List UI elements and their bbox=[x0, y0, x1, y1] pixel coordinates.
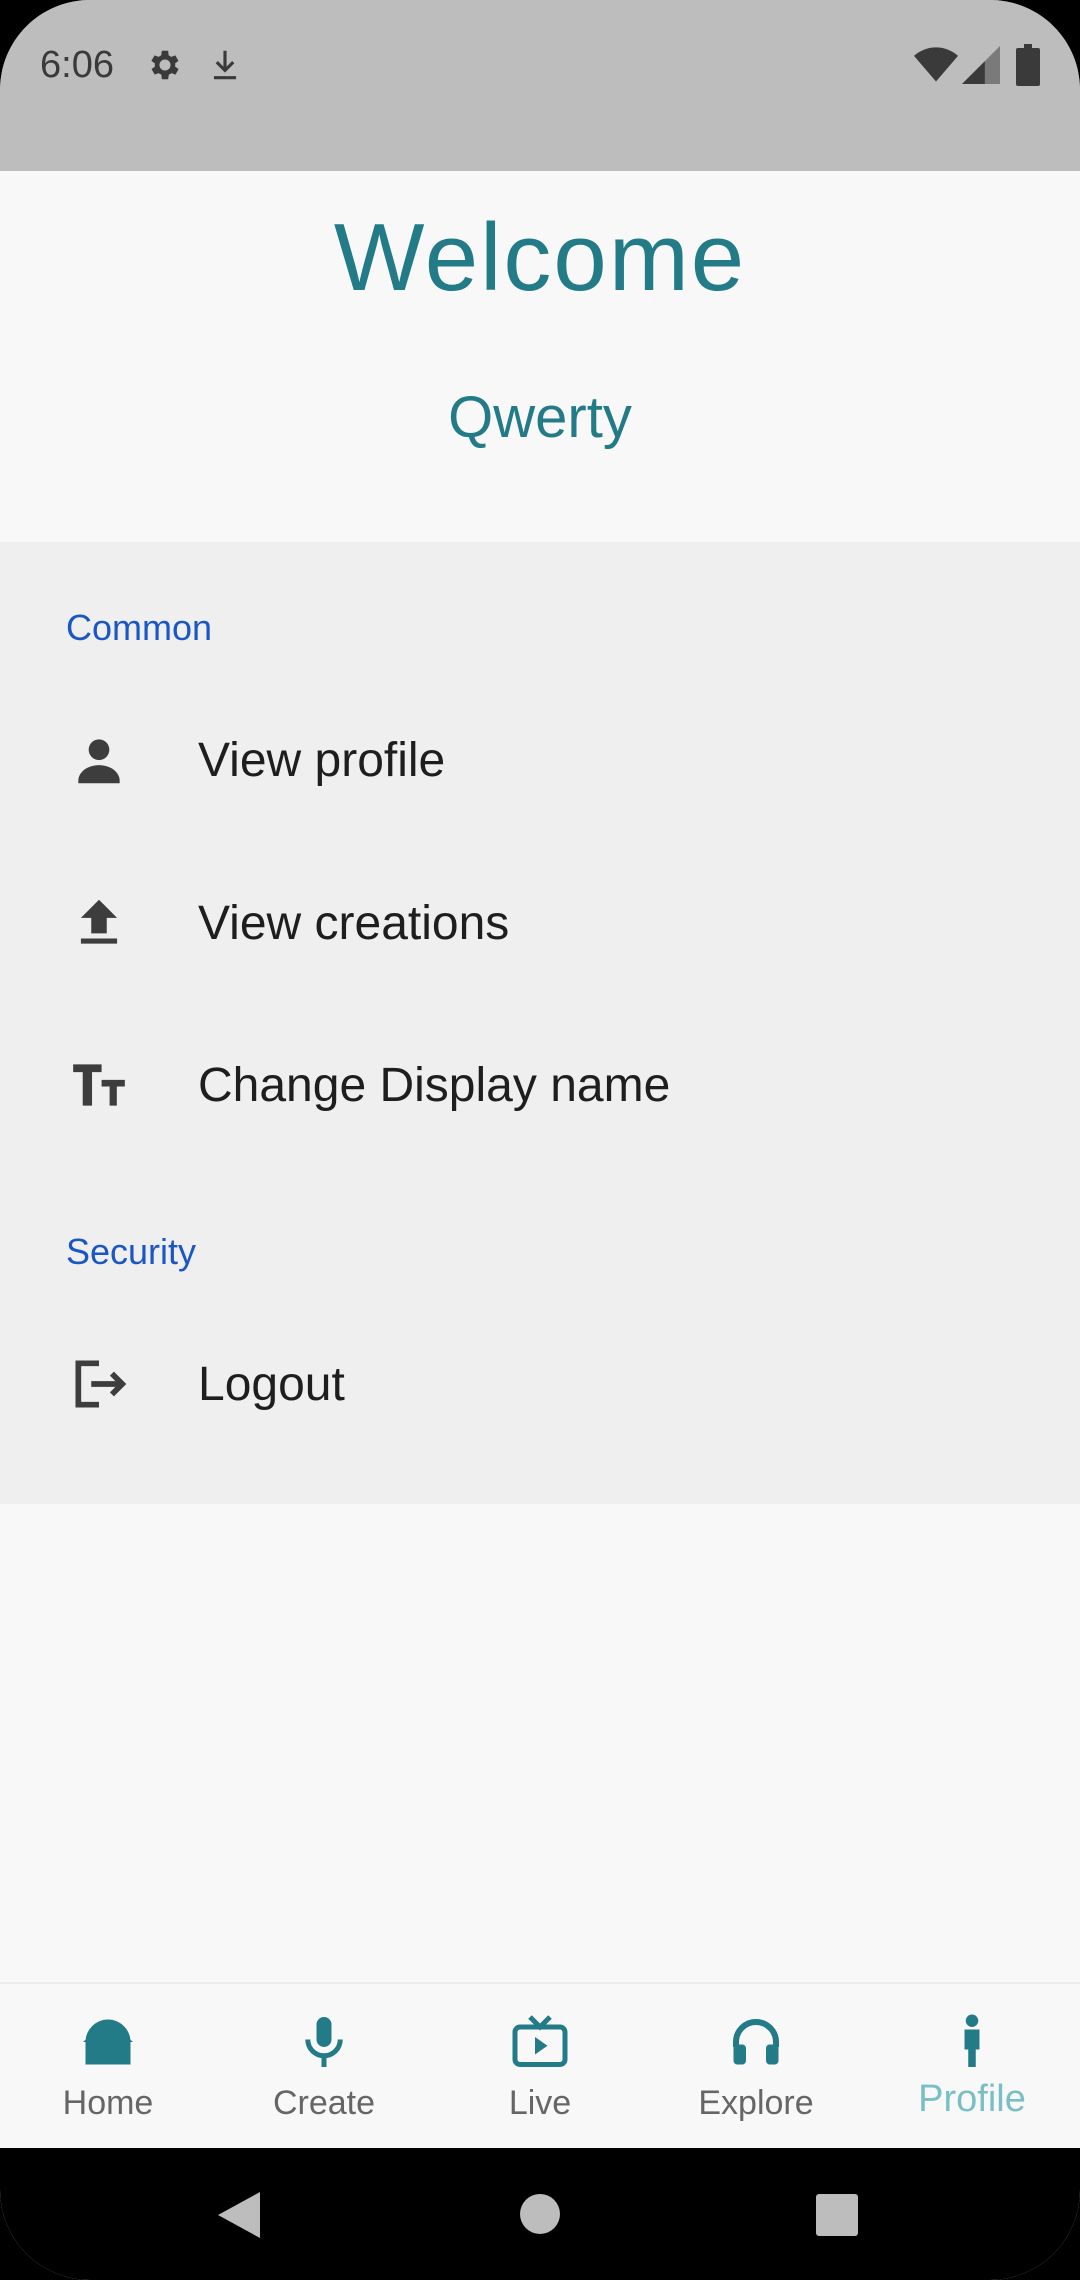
person-icon bbox=[68, 729, 130, 791]
recents-icon[interactable] bbox=[816, 2194, 858, 2241]
battery-icon bbox=[1016, 44, 1040, 91]
menu-item-label: Logout bbox=[198, 1357, 345, 1411]
nav-label: Home bbox=[62, 2084, 154, 2122]
logout-icon bbox=[68, 1353, 130, 1415]
profile-header: Welcome Qwerty bbox=[0, 171, 1080, 542]
username: Qwerty bbox=[448, 385, 632, 450]
nav-item-live[interactable]: Live bbox=[432, 1984, 648, 2150]
menu-item-logout[interactable]: Logout bbox=[0, 1309, 1080, 1459]
nav-item-create[interactable]: Create bbox=[216, 1984, 432, 2150]
menu-item-change-display-name[interactable]: Change Display name bbox=[0, 1010, 1080, 1160]
page-title: Welcome bbox=[333, 204, 747, 311]
nav-label: Create bbox=[272, 2084, 376, 2122]
menu-item-view-creations[interactable]: View creations bbox=[0, 848, 1080, 998]
download-icon bbox=[206, 46, 244, 89]
menu-item-label: Change Display name bbox=[198, 1058, 671, 1112]
menu-item-label: View creations bbox=[198, 896, 510, 950]
headphones-icon bbox=[726, 2012, 786, 2072]
menu-item-label: View profile bbox=[198, 733, 446, 787]
wifi-icon bbox=[914, 46, 958, 89]
section-title-common: Common bbox=[66, 607, 213, 648]
app-screen: 6:06 Welcome Qwerty Common View profile bbox=[0, 0, 1080, 2280]
system-navigation-bar bbox=[0, 2148, 1080, 2280]
signal-icon bbox=[962, 46, 1000, 89]
live-tv-icon bbox=[510, 2012, 570, 2072]
settings-panel: Common View profile View creations Chang… bbox=[0, 542, 1080, 1504]
menu-item-view-profile[interactable]: View profile bbox=[0, 685, 1080, 835]
nav-item-explore[interactable]: Explore bbox=[648, 1984, 864, 2150]
status-bar: 6:06 bbox=[0, 0, 1080, 171]
mic-icon bbox=[294, 2012, 354, 2072]
upload-icon bbox=[68, 892, 130, 954]
home-circle-icon[interactable] bbox=[519, 2193, 561, 2240]
nav-label: Explore bbox=[698, 2084, 814, 2122]
home-icon bbox=[78, 2012, 138, 2072]
nav-item-profile[interactable]: Profile bbox=[864, 1984, 1080, 2150]
person-standing-icon bbox=[942, 2012, 1002, 2072]
bottom-navigation: Home Create Live Explore Profile bbox=[0, 1982, 1080, 2148]
settings-icon bbox=[146, 46, 184, 89]
nav-label: Profile bbox=[918, 2078, 1026, 2120]
section-title-security: Security bbox=[66, 1231, 197, 1272]
text-size-icon bbox=[68, 1054, 130, 1116]
nav-item-home[interactable]: Home bbox=[0, 1984, 216, 2150]
status-time: 6:06 bbox=[40, 44, 114, 86]
back-icon[interactable] bbox=[218, 2192, 260, 2243]
nav-label: Live bbox=[508, 2084, 572, 2122]
